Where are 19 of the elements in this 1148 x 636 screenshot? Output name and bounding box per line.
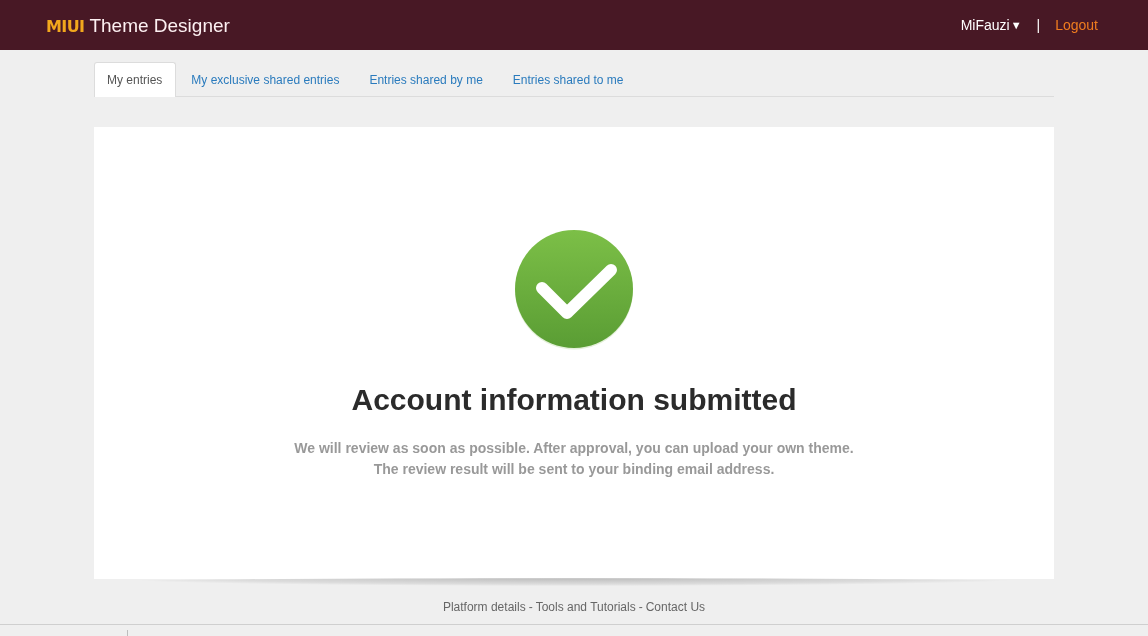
tab[interactable]: My entries: [94, 62, 177, 97]
user-menu-button[interactable]: MiFauzi▼: [960, 17, 1022, 33]
status-message: We will review as soon as possible. After approval, you can upload your own theme.: [294, 439, 854, 458]
status-message: The review result will be sent to your binding email address.: [373, 460, 775, 479]
footer-link[interactable]: Tools and Tutorials: [535, 598, 636, 616]
footer-separator: -: [528, 599, 533, 616]
separator-text: |: [1036, 17, 1041, 33]
status-title: Account information submitted: [351, 382, 797, 418]
footer-link[interactable]: Contact Us: [645, 598, 706, 616]
tab[interactable]: Entries shared by me: [354, 62, 498, 97]
logo-title: Theme Designer: [89, 15, 230, 37]
logo-brand: MIUI: [46, 17, 85, 36]
tab[interactable]: My exclusive shared entries: [176, 62, 355, 97]
tab[interactable]: Entries shared to me: [497, 62, 639, 97]
caret-icon: ▼: [1010, 19, 1022, 31]
footer-link[interactable]: Platform details: [442, 598, 526, 616]
logout-link[interactable]: Logout: [1055, 17, 1098, 33]
check-circle-icon: [514, 229, 634, 350]
footer-separator: -: [638, 599, 643, 616]
